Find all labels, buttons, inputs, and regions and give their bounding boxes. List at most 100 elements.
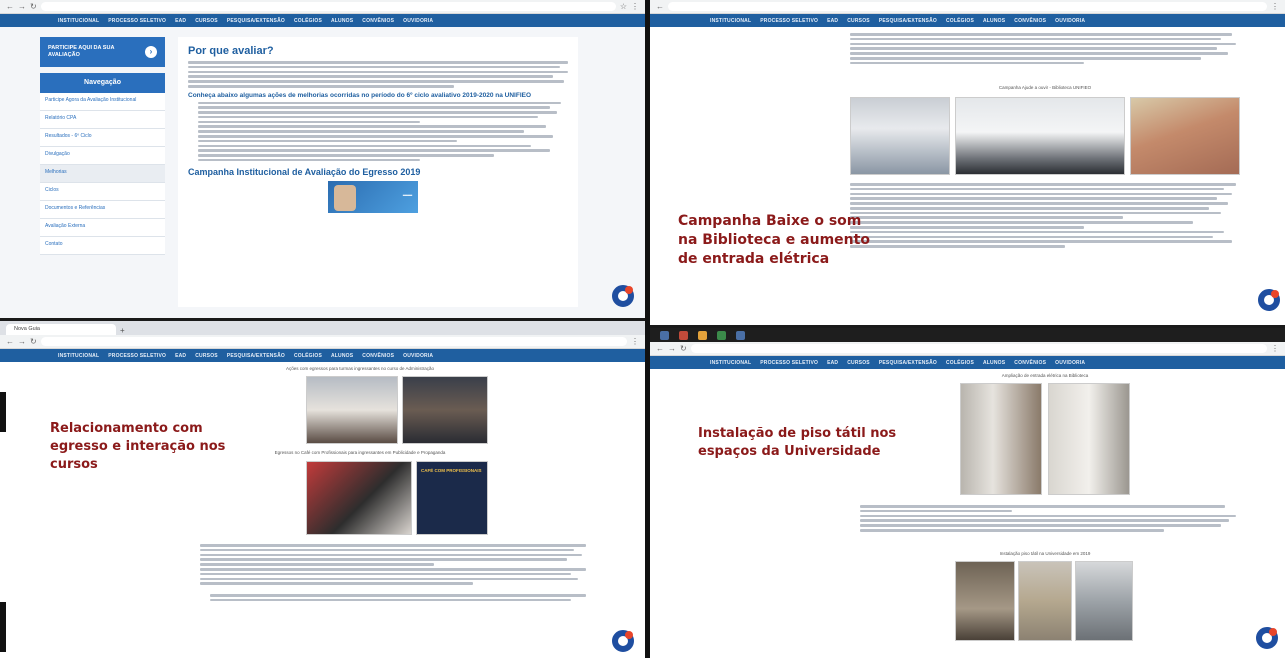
- egress-photo-1: [306, 376, 398, 444]
- taskbar-app-icon[interactable]: [717, 330, 726, 340]
- nav-item[interactable]: CURSOS: [195, 353, 218, 359]
- taskbar-app-icon[interactable]: [660, 330, 669, 340]
- forward-icon[interactable]: →: [668, 344, 676, 353]
- nav-item[interactable]: ALUNOS: [983, 360, 1005, 366]
- sidebar-item[interactable]: Resultados - 6º Ciclo: [40, 129, 165, 147]
- nav-item[interactable]: CURSOS: [847, 18, 870, 24]
- sidebar-item[interactable]: Contato: [40, 237, 165, 255]
- site-nav: INSTITUCIONAL PROCESSO SELETIVO EAD CURS…: [0, 14, 645, 27]
- arrow-circle-icon: ›: [145, 46, 157, 58]
- browser-toolbar: ← → ↻ ⋮: [650, 342, 1285, 356]
- nav-item[interactable]: PESQUISA/EXTENSÃO: [227, 18, 285, 24]
- page-title: Por que avaliar?: [188, 45, 274, 57]
- bullet-list-placeholder: [188, 101, 568, 162]
- tab-bar: Nova Guia +: [0, 321, 645, 335]
- sidebar-item[interactable]: Ciclos: [40, 183, 165, 201]
- nav-item[interactable]: CURSOS: [847, 360, 870, 366]
- browser-toolbar: ← → ↻ ☆ ⋮: [0, 0, 645, 14]
- cafe-poster-title: CAFÉ COM PROFISSIONAIS: [421, 468, 482, 473]
- photo-caption: Egressos no Café com Profissionais para …: [274, 450, 446, 455]
- back-icon[interactable]: ←: [6, 2, 14, 11]
- cafe-poster: CAFÉ COM PROFISSIONAIS: [416, 461, 488, 535]
- nav-item[interactable]: INSTITUCIONAL: [58, 18, 99, 24]
- window-top-right: ← ⋮ INSTITUCIONAL PROCESSO SELETIVO EAD …: [650, 0, 1285, 325]
- overlay-caption: Campanha Baixe o som na Biblioteca e aum…: [678, 213, 870, 267]
- photo-caption: Ações com egressos para turmas ingressan…: [285, 366, 435, 371]
- address-bar[interactable]: [40, 337, 627, 346]
- nav-item[interactable]: ALUNOS: [331, 353, 353, 359]
- browser-tab[interactable]: Nova Guia: [6, 324, 116, 335]
- tactile-floor-photo-2: [1018, 561, 1072, 641]
- forward-icon[interactable]: →: [18, 2, 26, 11]
- address-bar[interactable]: [690, 344, 1267, 353]
- nav-item[interactable]: CONVÊNIOS: [362, 353, 394, 359]
- sidebar-item[interactable]: Divulgação: [40, 147, 165, 165]
- back-icon[interactable]: ←: [656, 2, 664, 11]
- nav-item[interactable]: INSTITUCIONAL: [710, 360, 751, 366]
- bullet-list-placeholder: [860, 505, 1240, 532]
- nav-item[interactable]: COLÉGIOS: [946, 360, 974, 366]
- nav-item[interactable]: COLÉGIOS: [294, 353, 322, 359]
- window-bottom-right: ← → ↻ ⋮ INSTITUCIONAL PROCESSO SELETIVO …: [650, 328, 1285, 658]
- nav-item[interactable]: COLÉGIOS: [946, 18, 974, 24]
- nav-item[interactable]: OUVIDORIA: [403, 353, 433, 359]
- nav-item[interactable]: ALUNOS: [331, 18, 353, 24]
- evaluation-button[interactable]: PARTICIPE AQUI DA SUA AVALIAÇÃO ›: [40, 37, 165, 67]
- star-icon[interactable]: ☆: [620, 2, 627, 11]
- reload-icon[interactable]: ↻: [30, 2, 37, 11]
- forward-icon[interactable]: →: [18, 337, 26, 346]
- nav-item[interactable]: PROCESSO SELETIVO: [108, 353, 166, 359]
- nav-item[interactable]: PROCESSO SELETIVO: [760, 18, 818, 24]
- divider-horizontal: [0, 318, 645, 321]
- nav-item[interactable]: PESQUISA/EXTENSÃO: [227, 353, 285, 359]
- back-icon[interactable]: ←: [6, 337, 14, 346]
- nav-item[interactable]: EAD: [175, 18, 186, 24]
- sidebar-item[interactable]: Avaliação Externa: [40, 219, 165, 237]
- nav-item[interactable]: CONVÊNIOS: [1014, 18, 1046, 24]
- nav-item[interactable]: PROCESSO SELETIVO: [108, 18, 166, 24]
- browser-toolbar: ← ⋮: [650, 0, 1285, 14]
- nav-item[interactable]: CONVÊNIOS: [362, 18, 394, 24]
- nav-item[interactable]: COLÉGIOS: [294, 18, 322, 24]
- tactile-floor-photo-1: [955, 561, 1015, 641]
- nav-item[interactable]: OUVIDORIA: [403, 18, 433, 24]
- nav-item[interactable]: PROCESSO SELETIVO: [760, 360, 818, 366]
- campaign-image: ━━━: [328, 181, 418, 214]
- menu-icon[interactable]: ⋮: [1271, 2, 1279, 11]
- taskbar-app-icon[interactable]: [698, 330, 707, 340]
- nav-item[interactable]: INSTITUCIONAL: [710, 18, 751, 24]
- sidebar-item[interactable]: Participe Agora da Avaliação Institucion…: [40, 93, 165, 111]
- sidebar-heading: Navegação: [40, 73, 165, 93]
- nav-item[interactable]: PESQUISA/EXTENSÃO: [879, 18, 937, 24]
- reload-icon[interactable]: ↻: [680, 344, 687, 353]
- window-edge: [0, 602, 6, 652]
- nav-item[interactable]: EAD: [827, 18, 838, 24]
- sidebar-item[interactable]: Documentos e Referências: [40, 201, 165, 219]
- nav-item[interactable]: CONVÊNIOS: [1014, 360, 1046, 366]
- menu-icon[interactable]: ⋮: [631, 337, 639, 346]
- library-photo-1: [850, 97, 950, 175]
- nav-item[interactable]: OUVIDORIA: [1055, 360, 1085, 366]
- taskbar-app-icon[interactable]: [679, 330, 688, 340]
- main-content: Por que avaliar? Conheça abaixo algumas …: [178, 37, 578, 307]
- address-bar[interactable]: [668, 2, 1267, 11]
- page-body: Ampliação de entrada elétrica na Bibliot…: [650, 369, 1285, 658]
- reload-icon[interactable]: ↻: [30, 337, 37, 346]
- nav-item[interactable]: EAD: [175, 353, 186, 359]
- menu-icon[interactable]: ⋮: [631, 2, 639, 11]
- new-tab-icon[interactable]: +: [120, 326, 125, 335]
- nav-item[interactable]: OUVIDORIA: [1055, 18, 1085, 24]
- taskbar-app-icon[interactable]: [736, 330, 745, 340]
- sidebar-item-active[interactable]: Melhorias: [40, 165, 165, 183]
- menu-icon[interactable]: ⋮: [1271, 344, 1279, 353]
- sidebar-item[interactable]: Relatório CPA: [40, 111, 165, 129]
- address-bar[interactable]: [40, 2, 616, 11]
- taskbar: [650, 328, 1285, 342]
- nav-item[interactable]: ALUNOS: [983, 18, 1005, 24]
- nav-item[interactable]: PESQUISA/EXTENSÃO: [879, 360, 937, 366]
- back-icon[interactable]: ←: [656, 344, 664, 353]
- overlay-caption: Relacionamento com egresso e interação n…: [50, 421, 226, 472]
- nav-item[interactable]: INSTITUCIONAL: [58, 353, 99, 359]
- nav-item[interactable]: EAD: [827, 360, 838, 366]
- nav-item[interactable]: CURSOS: [195, 18, 218, 24]
